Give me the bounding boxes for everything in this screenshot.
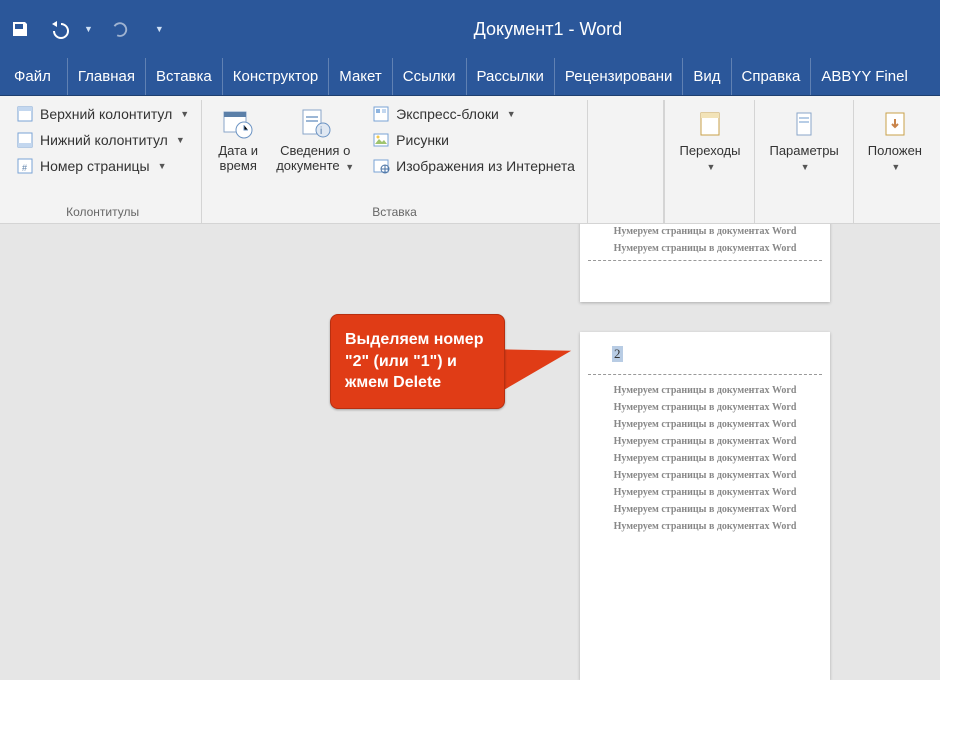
- header-button[interactable]: Верхний колонтитул ▼: [10, 102, 195, 126]
- tab-help[interactable]: Справка: [732, 58, 812, 95]
- page-number-button[interactable]: # Номер страницы ▼: [10, 154, 195, 178]
- paragraph-text: Нумеруем страницы в документах Word: [604, 521, 806, 532]
- navigation-icon: [692, 106, 728, 142]
- svg-text:i: i: [320, 126, 322, 137]
- quick-parts-button[interactable]: Экспресс-блоки ▼: [366, 102, 581, 126]
- online-pictures-icon: [372, 157, 390, 175]
- paragraph-text: Нумеруем страницы в документах Word: [604, 402, 806, 413]
- titlebar: ▼ ▼ Документ1 - Word: [0, 0, 940, 58]
- chevron-down-icon: ▼: [707, 162, 716, 172]
- header-boundary: [588, 374, 822, 375]
- undo-button[interactable]: [46, 17, 70, 41]
- paragraph-text: Нумеруем страницы в документах Word: [604, 470, 806, 481]
- group-label: Колонтитулы: [66, 202, 139, 221]
- tab-review[interactable]: Рецензировани: [555, 58, 683, 95]
- chevron-down-icon: ▼: [507, 109, 516, 119]
- paragraph-text: Нумеруем страницы в документах Word: [604, 453, 806, 464]
- paragraph-text: Нумеруем страницы в документах Word: [604, 385, 806, 396]
- paragraph-text: Нумеруем страницы в документах Word: [604, 436, 806, 447]
- chevron-down-icon: ▼: [891, 162, 900, 172]
- qat-customize-icon[interactable]: ▼: [155, 24, 164, 34]
- paragraph-text: Нумеруем страницы в документах Word: [604, 504, 806, 515]
- group-header-footer: Верхний колонтитул ▼ Нижний колонтитул ▼…: [4, 100, 202, 223]
- options-button[interactable]: Параметры▼: [761, 102, 846, 174]
- online-pictures-button[interactable]: Изображения из Интернета: [366, 154, 581, 178]
- group-label: Вставка: [372, 202, 417, 221]
- tab-view[interactable]: Вид: [683, 58, 731, 95]
- tab-file[interactable]: Файл: [0, 58, 68, 95]
- save-button[interactable]: [8, 17, 32, 41]
- pictures-button[interactable]: Рисунки: [366, 128, 581, 152]
- tab-mailings[interactable]: Рассылки: [467, 58, 555, 95]
- page-2[interactable]: 2 Нумеруем страницы в документах Word Ну…: [580, 332, 830, 680]
- header-icon: [16, 105, 34, 123]
- paragraph-text: Нумеруем страницы в документах Word: [604, 419, 806, 430]
- navigation-button[interactable]: Переходы▼: [671, 102, 748, 174]
- position-button[interactable]: Положен▼: [860, 102, 930, 174]
- ribbon-tabs: Файл Главная Вставка Конструктор Макет С…: [0, 58, 940, 96]
- chevron-down-icon: ▼: [176, 135, 185, 145]
- page-number-icon: #: [16, 157, 34, 175]
- footer-icon: [16, 131, 34, 149]
- paragraph-text: Нумеруем страницы в документах Word: [604, 487, 806, 498]
- group-insert: Дата ивремя i Сведения одокументе ▼ Эк: [202, 100, 588, 223]
- page-number-field[interactable]: 2: [612, 346, 623, 362]
- tab-abbyy[interactable]: ABBYY Finel: [811, 58, 917, 95]
- group-navigation: Переходы▼: [664, 100, 755, 223]
- footer-button[interactable]: Нижний колонтитул ▼: [10, 128, 195, 152]
- chevron-down-icon: ▼: [180, 109, 189, 119]
- date-time-button[interactable]: Дата ивремя: [208, 102, 268, 174]
- position-icon: [877, 106, 913, 142]
- document-workspace[interactable]: Нумеруем страницы в документах Word Нуме…: [0, 224, 940, 680]
- document-info-icon: i: [297, 106, 333, 142]
- window-title: Документ1 - Word: [164, 19, 932, 40]
- footer-boundary: [588, 260, 822, 261]
- tab-design[interactable]: Конструктор: [223, 58, 330, 95]
- options-icon: [786, 106, 822, 142]
- tab-insert[interactable]: Вставка: [146, 58, 223, 95]
- redo-button[interactable]: [107, 17, 131, 41]
- document-info-button[interactable]: i Сведения одокументе ▼: [268, 102, 362, 174]
- svg-text:#: #: [22, 163, 27, 173]
- chevron-down-icon: ▼: [158, 161, 167, 171]
- paragraph-text: Нумеруем страницы в документах Word: [604, 226, 806, 237]
- group-position: Положен▼: [854, 100, 936, 223]
- page-1[interactable]: Нумеруем страницы в документах Word Нуме…: [580, 224, 830, 302]
- chevron-down-icon: ▼: [801, 162, 810, 172]
- paragraph-text: Нумеруем страницы в документах Word: [604, 243, 806, 254]
- pictures-icon: [372, 131, 390, 149]
- group-options: Параметры▼: [755, 100, 853, 223]
- calendar-clock-icon: [220, 106, 256, 142]
- undo-dropdown-icon[interactable]: ▼: [84, 24, 93, 34]
- ribbon: Верхний колонтитул ▼ Нижний колонтитул ▼…: [0, 96, 940, 224]
- tab-home[interactable]: Главная: [68, 58, 146, 95]
- chevron-down-icon: ▼: [345, 162, 354, 172]
- quick-parts-icon: [372, 105, 390, 123]
- tab-references[interactable]: Ссылки: [393, 58, 467, 95]
- callout-text: Выделяем номер "2" (или "1") и жмем Dele…: [345, 331, 483, 391]
- annotation-callout: Выделяем номер "2" (или "1") и жмем Dele…: [330, 314, 505, 409]
- tab-layout[interactable]: Макет: [329, 58, 392, 95]
